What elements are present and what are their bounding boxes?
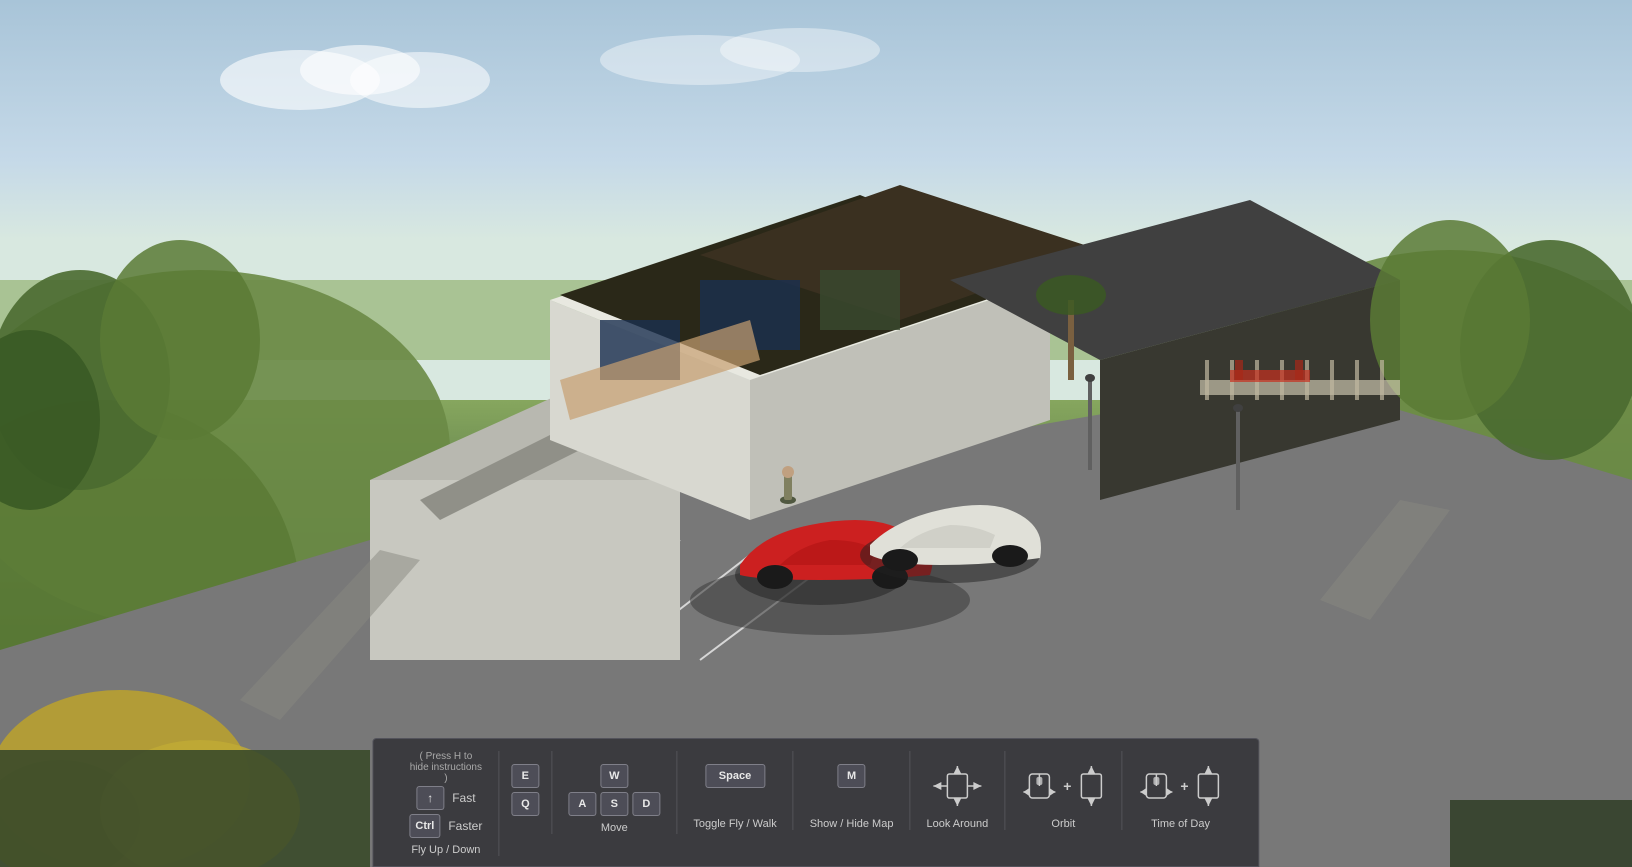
eq-keys-row-1: E	[511, 764, 539, 788]
look-around-icon	[931, 764, 983, 808]
orbit-label: Orbit	[1051, 818, 1075, 830]
key-a[interactable]: A	[568, 792, 596, 816]
hud-section-look: x Look Around	[910, 751, 1005, 830]
orbit-arrow-icon	[1077, 764, 1105, 808]
faster-label: Faster	[448, 819, 482, 833]
key-space[interactable]: Space	[705, 764, 765, 788]
look-around-label: Look Around	[926, 818, 988, 830]
orbit-plus: +	[1063, 778, 1071, 794]
key-d[interactable]: D	[632, 792, 660, 816]
orbit-mouse-icon	[1021, 764, 1057, 808]
hud-section-move: x W A S D Move	[552, 751, 677, 834]
fly-updown-label: Fly Up / Down	[411, 844, 480, 856]
time-of-day-label: Time of Day	[1151, 818, 1210, 830]
key-q[interactable]: Q	[511, 792, 539, 816]
hud-section-orbit: x +	[1005, 751, 1122, 830]
hud-section-map: x M Show / Hide Map	[794, 751, 911, 830]
key-ctrl[interactable]: Ctrl	[409, 814, 440, 838]
toggle-keys-row: Space	[705, 764, 765, 788]
fly-keys-row-2: Ctrl Faster	[409, 814, 482, 838]
map-label: Show / Hide Map	[810, 818, 894, 830]
hud-panel: ( Press H to hide instructions ) ↑ Fast …	[372, 738, 1259, 867]
hud-hint-text: ( Press H to hide instructions )	[409, 751, 482, 784]
key-e[interactable]: E	[511, 764, 539, 788]
key-m[interactable]: M	[838, 764, 866, 788]
move-keys-top: W	[600, 764, 628, 788]
fly-keys-row-1: ↑ Fast	[416, 786, 475, 810]
eq-keys-row-2: Q	[511, 792, 539, 816]
map-keys-row: M	[838, 764, 866, 788]
hud-section-toggle: x Space Toggle Fly / Walk	[677, 751, 793, 830]
key-w[interactable]: W	[600, 764, 628, 788]
hud-section-fly-updown: ( Press H to hide instructions ) ↑ Fast …	[393, 751, 499, 856]
hud-section-eq: x E Q x	[499, 751, 552, 834]
key-up-arrow[interactable]: ↑	[416, 786, 444, 810]
scene-svg	[0, 0, 1632, 867]
move-keys-bottom: A S D	[568, 792, 660, 816]
hud-section-time: x + Time of Day	[1122, 751, 1238, 830]
scene-background	[0, 0, 1632, 867]
toggle-label: Toggle Fly / Walk	[693, 818, 776, 830]
time-arrow-icon	[1195, 764, 1223, 808]
time-plus: +	[1180, 778, 1188, 794]
time-mouse-icon	[1138, 764, 1174, 808]
key-s[interactable]: S	[600, 792, 628, 816]
move-label: Move	[601, 822, 628, 834]
fast-label: Fast	[452, 791, 475, 805]
